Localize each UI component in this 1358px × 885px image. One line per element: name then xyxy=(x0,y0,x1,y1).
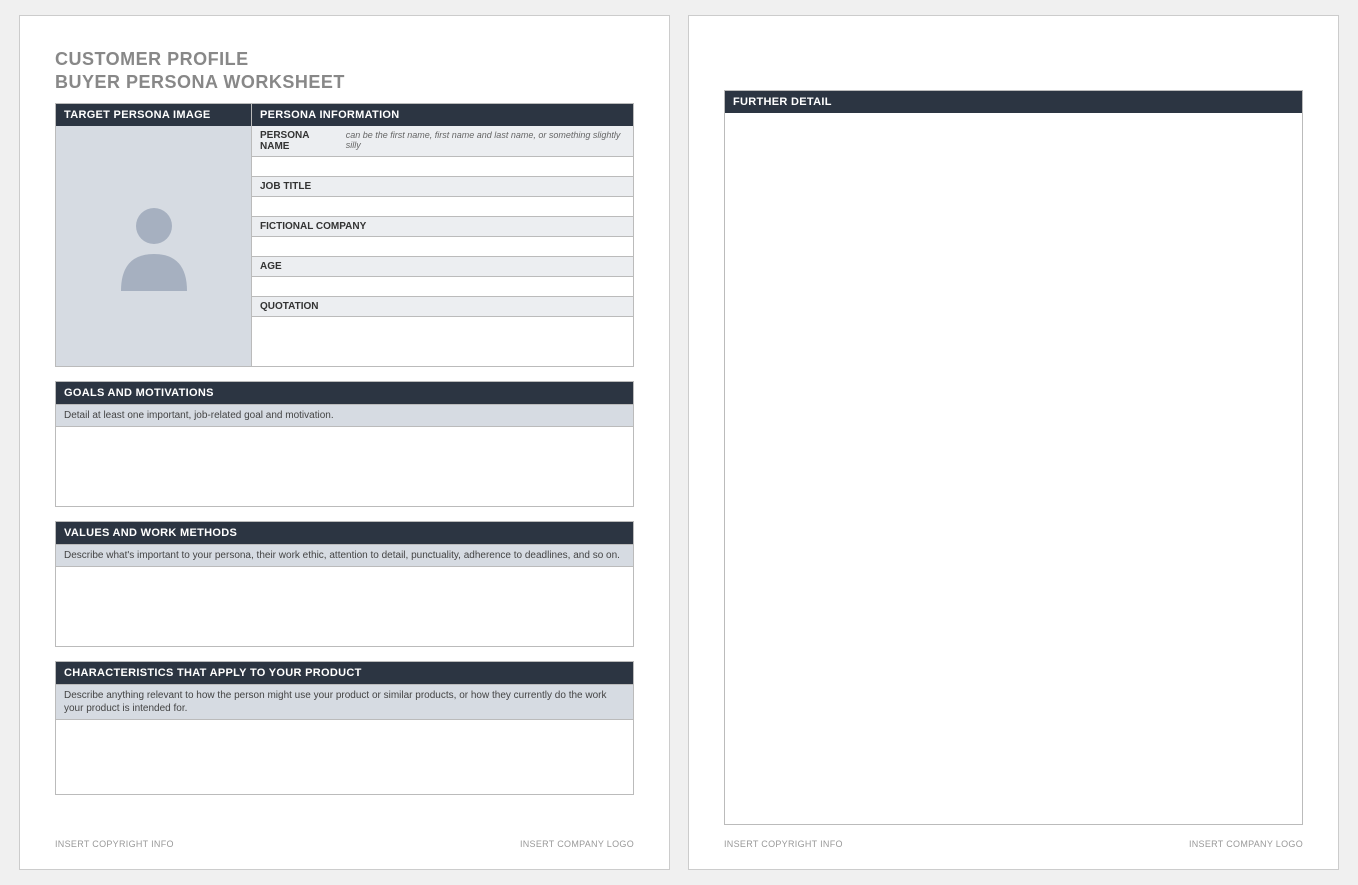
goals-section: GOALS AND MOTIVATIONS Detail at least on… xyxy=(55,381,634,507)
persona-name-hint: can be the first name, first name and la… xyxy=(346,130,625,150)
footer-logo: INSERT COMPANY LOGO xyxy=(520,839,634,849)
footer-copyright-2: INSERT COPYRIGHT INFO xyxy=(724,839,843,849)
further-detail-input[interactable] xyxy=(725,113,1302,824)
persona-name-label-text: PERSONA NAME xyxy=(260,130,338,152)
page-2: FURTHER DETAIL INSERT COPYRIGHT INFO INS… xyxy=(688,15,1339,870)
persona-top-section: TARGET PERSONA IMAGE PERSONA INFORMATION… xyxy=(55,103,634,367)
values-header: VALUES AND WORK METHODS xyxy=(56,522,633,544)
values-input[interactable] xyxy=(56,566,633,646)
title-line-1: CUSTOMER PROFILE xyxy=(55,48,634,71)
persona-image-placeholder[interactable] xyxy=(56,126,251,366)
page-1: CUSTOMER PROFILE BUYER PERSONA WORKSHEET… xyxy=(19,15,670,870)
persona-name-label: PERSONA NAME can be the first name, firs… xyxy=(252,126,633,156)
image-column: TARGET PERSONA IMAGE xyxy=(56,104,251,366)
quotation-label: QUOTATION xyxy=(252,296,633,316)
title-line-2: BUYER PERSONA WORKSHEET xyxy=(55,71,634,94)
characteristics-section: CHARACTERISTICS THAT APPLY TO YOUR PRODU… xyxy=(55,661,634,795)
page-footer: INSERT COPYRIGHT INFO INSERT COMPANY LOG… xyxy=(55,825,634,849)
fictional-company-label: FICTIONAL COMPANY xyxy=(252,216,633,236)
job-title-input[interactable] xyxy=(252,196,633,216)
page-footer-2: INSERT COPYRIGHT INFO INSERT COMPANY LOG… xyxy=(724,825,1303,849)
avatar-icon xyxy=(109,196,199,296)
goals-hint: Detail at least one important, job-relat… xyxy=(56,404,633,426)
persona-name-input[interactable] xyxy=(252,156,633,176)
info-column: PERSONA INFORMATION PERSONA NAME can be … xyxy=(251,104,633,366)
job-title-label: JOB TITLE xyxy=(252,176,633,196)
image-header: TARGET PERSONA IMAGE xyxy=(56,104,251,126)
characteristics-input[interactable] xyxy=(56,719,633,794)
goals-input[interactable] xyxy=(56,426,633,506)
further-detail-section: FURTHER DETAIL xyxy=(724,90,1303,825)
characteristics-header: CHARACTERISTICS THAT APPLY TO YOUR PRODU… xyxy=(56,662,633,684)
quotation-input[interactable] xyxy=(252,316,633,366)
values-hint: Describe what's important to your person… xyxy=(56,544,633,566)
further-detail-header: FURTHER DETAIL xyxy=(725,91,1302,113)
goals-header: GOALS AND MOTIVATIONS xyxy=(56,382,633,404)
values-section: VALUES AND WORK METHODS Describe what's … xyxy=(55,521,634,647)
age-input[interactable] xyxy=(252,276,633,296)
footer-copyright: INSERT COPYRIGHT INFO xyxy=(55,839,174,849)
document-title: CUSTOMER PROFILE BUYER PERSONA WORKSHEET xyxy=(55,48,634,93)
info-header: PERSONA INFORMATION xyxy=(252,104,633,126)
age-label: AGE xyxy=(252,256,633,276)
characteristics-hint: Describe anything relevant to how the pe… xyxy=(56,684,633,719)
fictional-company-input[interactable] xyxy=(252,236,633,256)
footer-logo-2: INSERT COMPANY LOGO xyxy=(1189,839,1303,849)
